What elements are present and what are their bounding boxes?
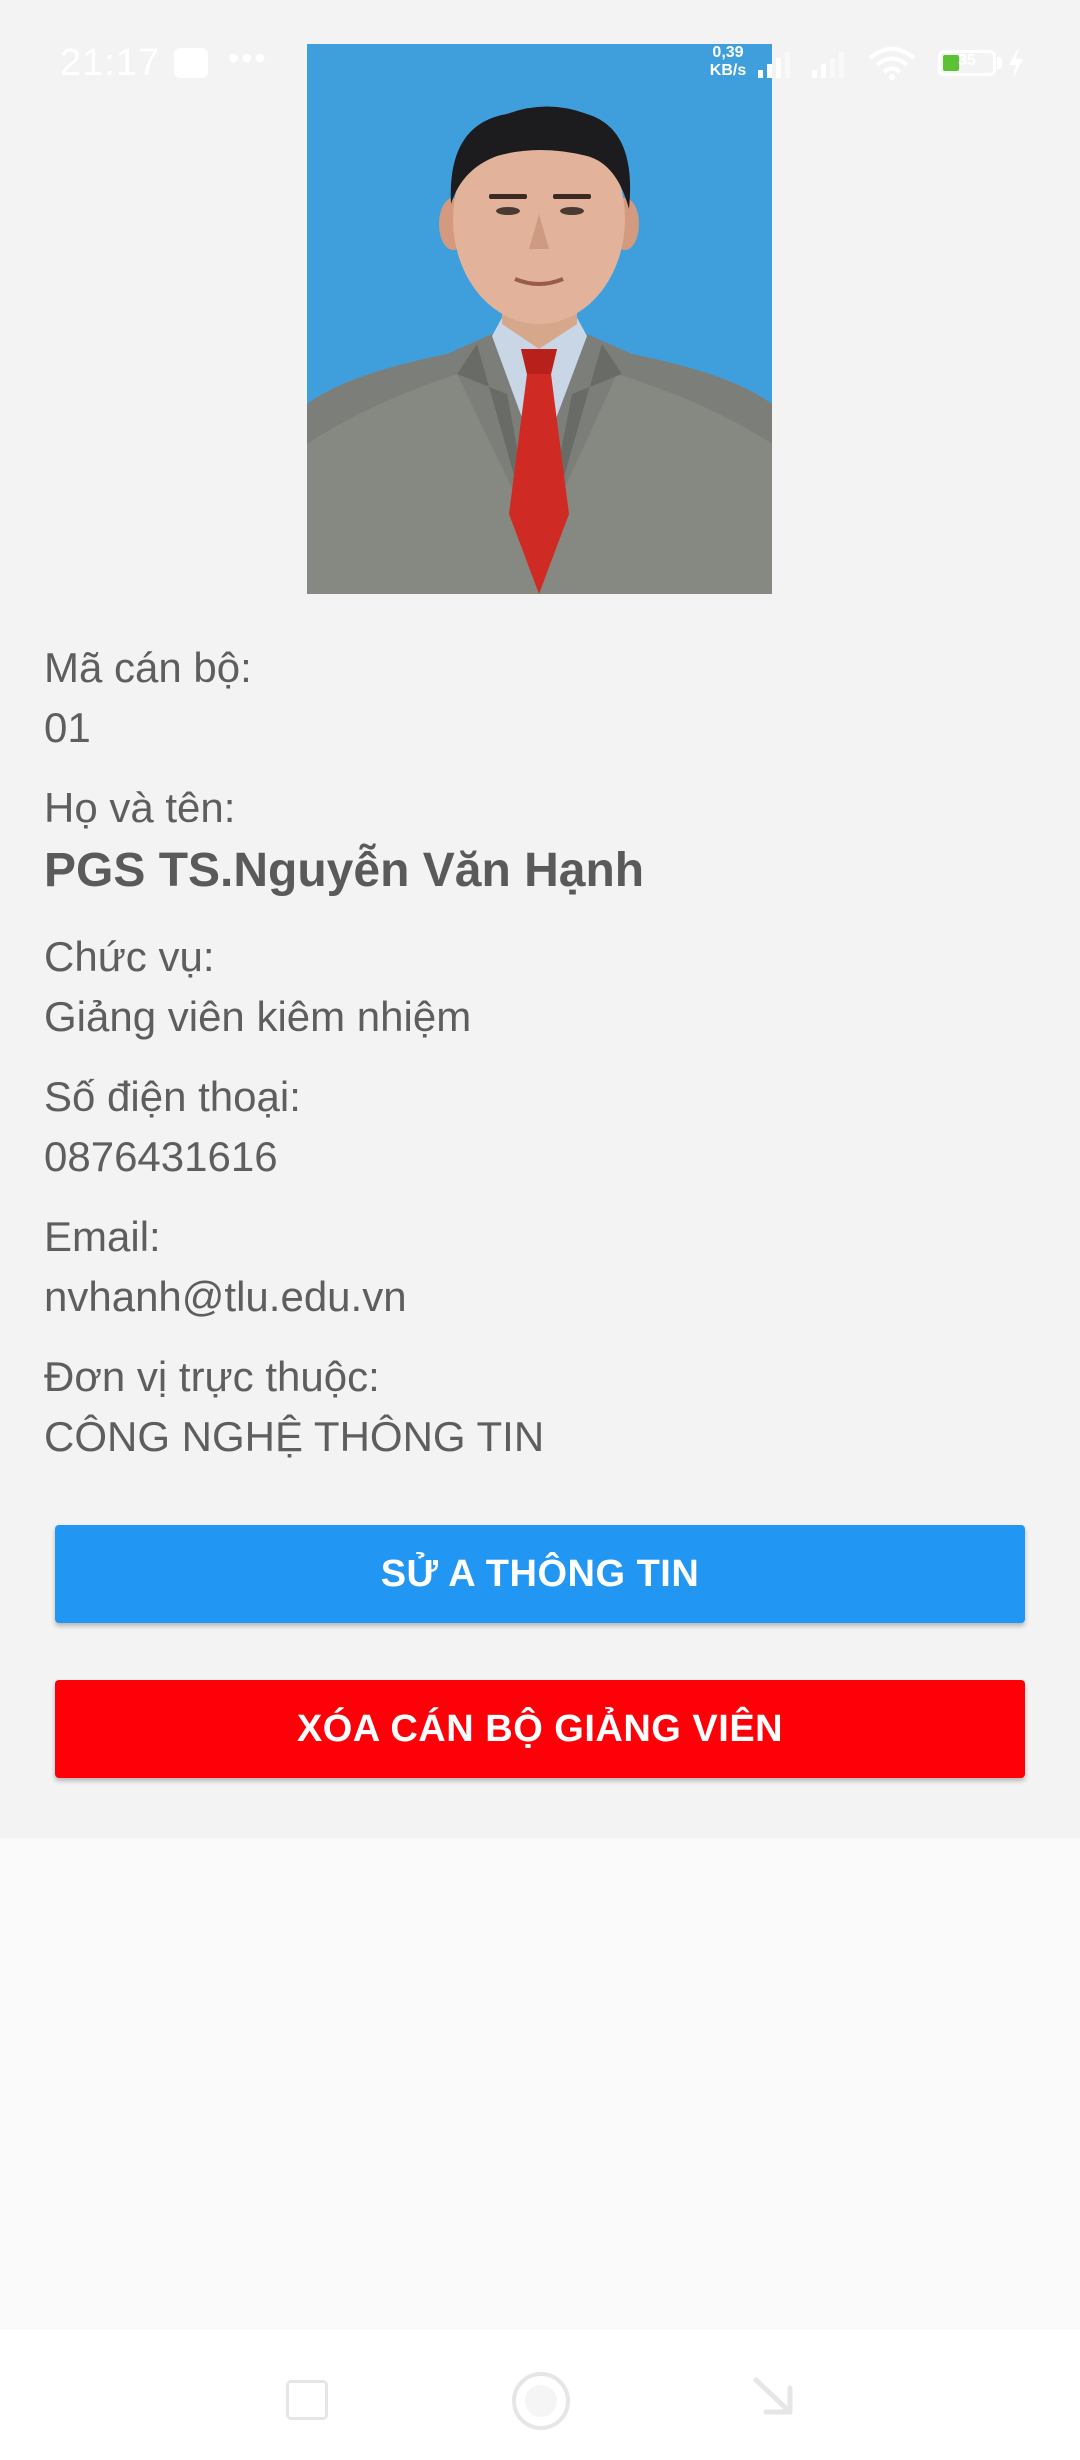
full-name-value: PGS TS.Nguyễn Văn Hạnh xyxy=(44,844,645,897)
network-speed: 0,39 KB/s xyxy=(706,44,750,80)
unit-label: Đơn vị trực thuộc: xyxy=(44,1353,380,1400)
staff-id-value: 01 xyxy=(44,704,91,751)
unit-value: CÔNG NGHỆ THÔNG TIN xyxy=(44,1413,545,1460)
status-time: 21:17 xyxy=(60,42,161,84)
network-speed-unit: KB/s xyxy=(709,62,747,79)
delete-staff-button[interactable]: XÓA CÁN BỘ GIẢNG VIÊN xyxy=(55,1680,1025,1778)
signal-strength-2-icon xyxy=(812,52,844,78)
edit-info-button[interactable]: SỬ A THÔNG TIN xyxy=(55,1525,1025,1623)
position-label: Chức vụ: xyxy=(44,933,215,980)
signal-strength-icon xyxy=(758,52,790,78)
home-button[interactable] xyxy=(512,2372,570,2430)
status-bar: 21:17 ••• 0,39 KB/s 35 xyxy=(0,0,1080,128)
system-nav-bar xyxy=(0,2330,1080,2460)
phone-label: Số điện thoại: xyxy=(44,1073,301,1120)
email-label: Email: xyxy=(44,1213,161,1260)
battery-level: 35 xyxy=(958,52,976,69)
position-value: Giảng viên kiêm nhiệm xyxy=(44,993,472,1040)
recent-apps-button[interactable] xyxy=(286,2380,328,2420)
wifi-icon xyxy=(868,47,916,80)
battery-tip xyxy=(997,57,1002,69)
battery-icon: 35 xyxy=(938,50,996,76)
staff-id-label: Mã cán bộ: xyxy=(44,644,252,691)
phone-value: 0876431616 xyxy=(44,1133,278,1180)
more-notifications-icon: ••• xyxy=(228,40,268,76)
notification-app-icon xyxy=(174,48,208,78)
back-button[interactable] xyxy=(752,2376,794,2416)
full-name-label: Họ và tên: xyxy=(44,784,236,831)
network-speed-value: 0,39 xyxy=(712,44,744,61)
charging-icon xyxy=(1009,48,1023,78)
email-value: nvhanh@tlu.edu.vn xyxy=(44,1273,407,1320)
